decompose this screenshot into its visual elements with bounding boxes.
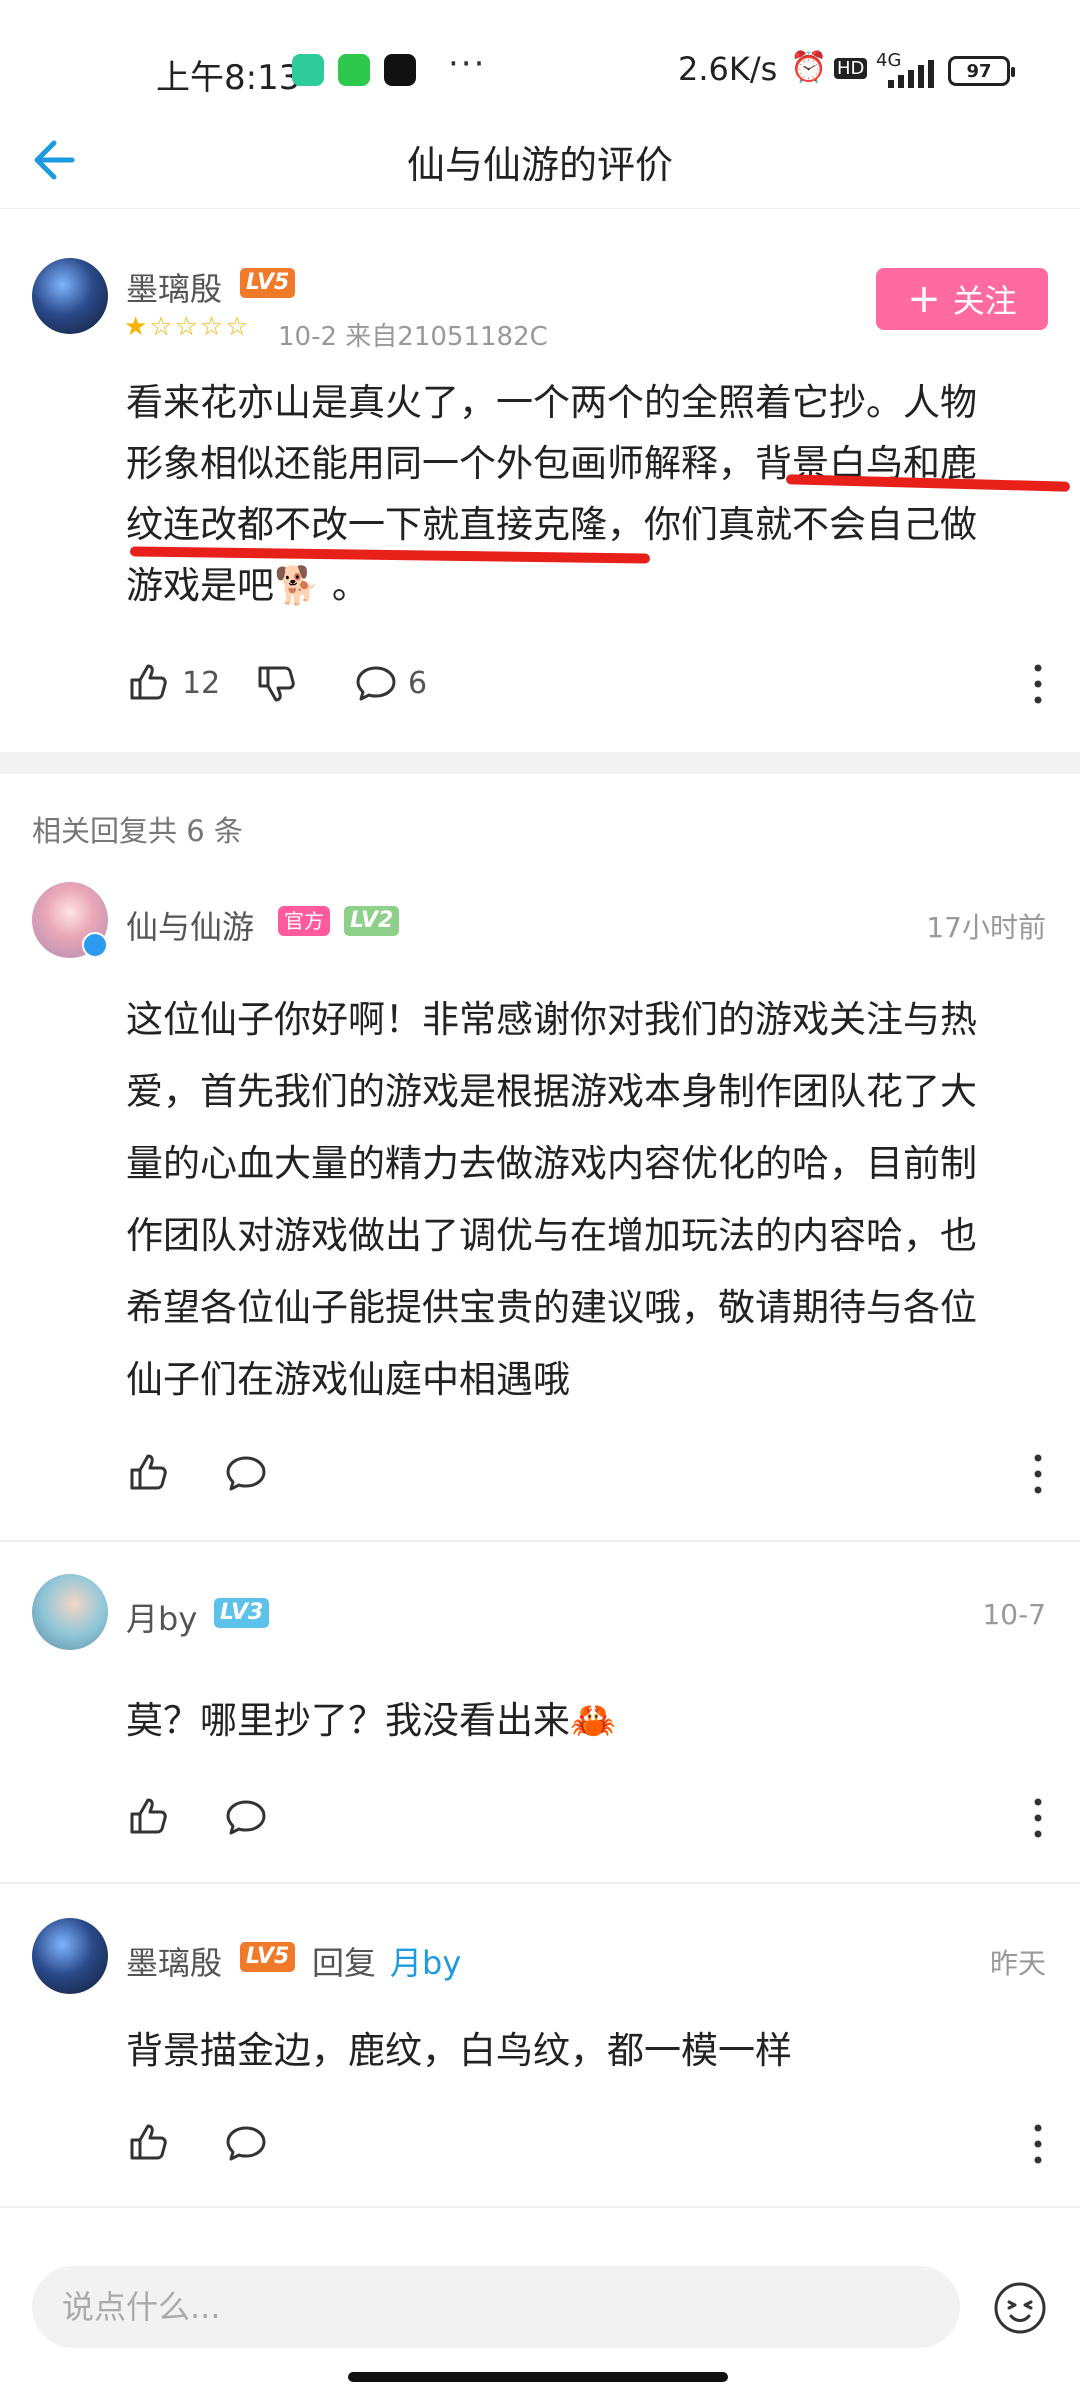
follow-button[interactable]: + 关注 — [876, 268, 1048, 330]
reply-divider — [0, 2206, 1080, 2208]
reply-username[interactable]: 月by — [126, 1594, 197, 1640]
signal-icon — [888, 60, 934, 88]
reply-to-user-link[interactable]: 月by — [390, 1938, 461, 1984]
hd-icon: HD — [834, 58, 868, 79]
emoji-icon[interactable] — [992, 2280, 1048, 2336]
like-icon[interactable] — [126, 660, 170, 704]
plus-icon: + — [907, 276, 941, 322]
level-badge: LV2 — [344, 906, 400, 936]
reply-line: 希望各位仙子能提供宝贵的建议哦，敬请期待与各位 — [126, 1286, 977, 1329]
reply-time: 昨天 — [989, 1947, 1046, 1980]
page-header: 仙与仙游的评价 — [0, 120, 1080, 210]
review-text: 看来花亦山是真火了，一个两个的全照着它抄。人物 形象相似还能用同一个外包画师解释… — [126, 372, 1046, 616]
reply-line: 量的心血大量的精力去做游戏内容优化的哈，目前制 — [126, 1142, 977, 1185]
official-badge: 官方 — [278, 906, 330, 936]
avatar[interactable] — [32, 258, 108, 334]
review-meta: 10-2 来自21051182C — [278, 322, 548, 352]
section-separator — [0, 752, 1080, 774]
star-empty-icon: ☆☆☆☆ — [149, 312, 251, 342]
comment-count: 6 — [408, 666, 428, 701]
alarm-icon: ⏰ — [790, 50, 828, 85]
more-notifications-icon: ··· — [448, 44, 487, 84]
reply-text: 背景描金边，鹿纹，白鸟纹，都一模一样 — [126, 2020, 1046, 2081]
comment-input-bar: 说点什么... — [0, 2244, 1080, 2400]
reply-time: 17小时前 — [926, 911, 1046, 944]
like-icon[interactable] — [126, 2120, 170, 2164]
review-username[interactable]: 墨璃殷 — [126, 264, 222, 310]
reply-line: 仙子们在游戏仙庭中相遇哦 — [126, 1358, 570, 1401]
reply-username[interactable]: 仙与仙游 — [126, 902, 254, 948]
reply-divider — [0, 1540, 1080, 1542]
reply-divider — [0, 1882, 1080, 1884]
more-options-icon[interactable] — [1028, 2122, 1048, 2166]
review-line: 看来花亦山是真火了，一个两个的全照着它抄。人物 — [126, 381, 977, 424]
comment-icon[interactable] — [224, 1796, 268, 1840]
avatar[interactable] — [32, 1918, 108, 1994]
reply-line: 作团队对游戏做出了调优与在增加玩法的内容哈，也 — [126, 1214, 977, 1257]
star-filled-icon: ★ — [124, 312, 150, 342]
dislike-icon[interactable] — [254, 662, 298, 706]
avatar[interactable] — [32, 1574, 108, 1650]
follow-label: 关注 — [952, 282, 1017, 320]
review-line: 游戏是吧🐕 。 — [126, 564, 369, 607]
page-title: 仙与仙游的评价 — [406, 143, 673, 187]
star-rating: ★☆☆☆☆ — [124, 312, 251, 342]
reply-line: 莫？哪里抄了？我没看出来🦀 — [126, 1699, 617, 1742]
reply-line: 这位仙子你好啊！非常感谢你对我们的游戏关注与热 — [126, 998, 977, 1041]
header-divider — [0, 208, 1080, 209]
reply-line: 爱，首先我们的游戏是根据游戏本身制作团队花了大 — [126, 1070, 977, 1113]
like-icon[interactable] — [126, 1450, 170, 1494]
verified-badge-icon — [82, 932, 108, 958]
reply-line: 背景描金边，鹿纹，白鸟纹，都一模一样 — [126, 2029, 792, 2072]
review-line: 纹连改都不改一下就直接克隆，你们真就不会自己做 — [126, 503, 977, 546]
more-options-icon[interactable] — [1028, 662, 1048, 706]
comment-input[interactable]: 说点什么... — [32, 2266, 960, 2348]
tiktok-app-icon — [384, 54, 416, 86]
battery-indicator: 97 — [948, 56, 1015, 86]
network-speed: 2.6K/s — [678, 50, 778, 88]
like-count: 12 — [182, 666, 221, 701]
status-time: 上午8:13 — [156, 58, 301, 98]
reply-text: 莫？哪里抄了？我没看出来🦀 — [126, 1690, 1046, 1751]
reply-text: 这位仙子你好啊！非常感谢你对我们的游戏关注与热 爱，首先我们的游戏是根据游戏本身… — [126, 984, 1046, 1416]
more-options-icon[interactable] — [1028, 1796, 1048, 1840]
level-badge: LV5 — [240, 1942, 296, 1972]
level-badge: LV3 — [214, 1598, 270, 1628]
level-badge: LV5 — [240, 268, 296, 298]
more-options-icon[interactable] — [1028, 1452, 1048, 1496]
comment-icon[interactable] — [354, 662, 398, 706]
reply-word: 回复 — [312, 1944, 377, 1982]
wechat-app-icon — [338, 54, 370, 86]
status-bar: 上午8:13 ··· 2.6K/s ⏰ HD 4G 97 — [0, 0, 1080, 140]
like-icon[interactable] — [126, 1794, 170, 1838]
comment-icon[interactable] — [224, 1452, 268, 1496]
home-indicator[interactable] — [348, 2372, 728, 2382]
reply-username[interactable]: 墨璃殷 — [126, 1938, 222, 1984]
reply-time: 10-7 — [982, 1598, 1046, 1631]
shield-app-icon — [292, 54, 324, 86]
replies-header: 相关回复共 6 条 — [32, 814, 243, 848]
comment-icon[interactable] — [224, 2122, 268, 2166]
